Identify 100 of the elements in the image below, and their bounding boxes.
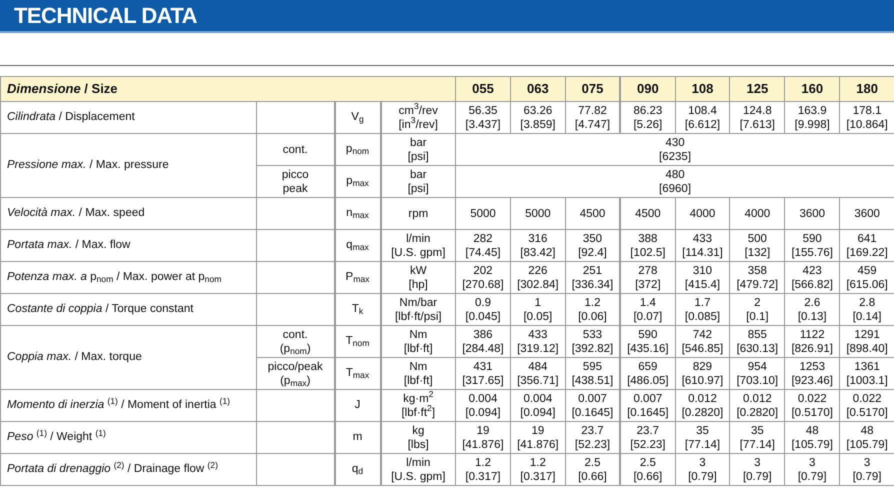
table-cell: 278 [372] (620, 262, 676, 294)
table-cell: 1.2 [0.317] (456, 454, 510, 486)
column-header: 108 (675, 76, 730, 102)
unit-cell: l/min [U.S. gpm] (380, 454, 456, 486)
table-cell: 124.8 [7.613] (730, 102, 785, 134)
table-cell: 2.5 [0.66] (620, 454, 676, 486)
table-cell: 4000 (730, 198, 785, 230)
table-cell: 0.9 [0.045] (456, 294, 510, 326)
table-cell: 2 [0.1] (730, 294, 785, 326)
table-cell: 1253 [923.46] (784, 358, 840, 390)
row-label: Costante di coppia / Torque constant (0, 294, 256, 326)
unit-cell: kg·m$^{2}$ [lbf·ft$^{2}$] (380, 390, 456, 422)
row-label: Coppia max. / Max. torque (0, 326, 256, 390)
table-cell: 4500 (620, 198, 676, 230)
row-label: Pressione max. / Max. pressure (0, 134, 256, 198)
table-cell: 3600 (784, 198, 840, 230)
table-cell: 386 [284.48] (456, 326, 510, 358)
table-cell: 1 [0.05] (510, 294, 566, 326)
row-label: Momento di inerzia $^{(1)}$ / Moment of inertia $^{(1)}$ (0, 390, 256, 422)
table-cell: 0.004 [0.094] (510, 390, 566, 422)
unit-cell: rpm (380, 198, 456, 230)
table-cell: 0.012 [0.2820] (675, 390, 730, 422)
table-cell: 484 [356.71] (510, 358, 566, 390)
unit-cell: bar [psi] (380, 166, 456, 198)
column-header: 055 (456, 76, 510, 102)
table-cell: 433 [319.12] (510, 326, 566, 358)
unit-cell: kW [hp] (380, 262, 456, 294)
table-cell: 3 [0.79] (675, 454, 730, 486)
table-cell: 63.26 [3.859] (510, 102, 566, 134)
symbol-cell: J (334, 390, 380, 422)
table-cell: 316 [83.42] (510, 230, 566, 262)
table-cell: 1122 [826.91] (784, 326, 840, 358)
symbol-cell: V$_{g}$ (334, 102, 380, 134)
unit-cell: kg [lbs] (380, 422, 456, 454)
table-cell: 829 [610.97] (675, 358, 730, 390)
table-cell: 1.4 [0.07] (620, 294, 676, 326)
symbol-cell: T$_{nom}$ (334, 326, 380, 358)
table-cell: 590 [435.16] (620, 326, 676, 358)
table-cell: 742 [546.85] (675, 326, 730, 358)
table-cell: 0.007 [0.1645] (620, 390, 676, 422)
table-cell: 4000 (675, 198, 730, 230)
table-cell: 358 [479.72] (730, 262, 785, 294)
unit-cell: bar [psi] (380, 134, 456, 166)
table-cell: 23.7 [52.23] (620, 422, 676, 454)
column-header: 180 (840, 76, 894, 102)
unit-cell: Nm [lbf·ft] (380, 358, 456, 390)
column-header: 075 (565, 76, 620, 102)
table-cell: 108.4 [6.612] (675, 102, 730, 134)
table-cell: 855 [630.13] (730, 326, 785, 358)
row-label: Potenza max. a p$_{nom}$ / Max. power at p$_{nom}$ (0, 262, 256, 294)
table-cell: 433 [114.31] (675, 230, 730, 262)
table-cell: 5000 (510, 198, 566, 230)
row-label: Portata di drenaggio $^{(2)}$ / Drainage flow $^{(2)}$ (0, 454, 256, 486)
table-cell: 388 [102.5] (620, 230, 676, 262)
table-cell: 2.6 [0.13] (784, 294, 840, 326)
table-cell: 86.23 [5.26] (620, 102, 676, 134)
table-cell: 423 [566.82] (784, 262, 840, 294)
row-label: Velocità max. / Max. speed (0, 198, 256, 230)
column-header: 090 (620, 76, 676, 102)
table-cell: 1.2 [0.317] (510, 454, 566, 486)
table-cell: 48 [105.79] (784, 422, 840, 454)
table-cell: 0.004 [0.094] (456, 390, 510, 422)
row-label: Peso $^{(1)}$ / Weight $^{(1)}$ (0, 422, 256, 454)
symbol-cell: q$_{d}$ (334, 454, 380, 486)
unit-cell: l/min [U.S. gpm] (380, 230, 456, 262)
unit-cell: cm$^{3}$/rev [in$^{3}$/rev] (380, 102, 456, 134)
table-cell: 310 [415.4] (675, 262, 730, 294)
row-label: Cilindrata / Displacement (0, 102, 256, 134)
symbol-cell: q$_{max}$ (334, 230, 380, 262)
table-cell: 1.7 [0.085] (675, 294, 730, 326)
symbol-cell: T$_{max}$ (334, 358, 380, 390)
table-cell: 19 [41.876] (510, 422, 566, 454)
table-cell: 0.012 [0.2820] (730, 390, 785, 422)
symbol-cell: p$_{max}$ (334, 166, 380, 198)
table-cell: 0.022 [0.5170] (784, 390, 840, 422)
table-cell: 19 [41.876] (456, 422, 510, 454)
column-header: 125 (730, 76, 785, 102)
table-cell: 56.35 [3.437] (456, 102, 510, 134)
page-title: TECHNICAL DATA (14, 2, 197, 30)
row-label: Portata max. / Max. flow (0, 230, 256, 262)
unit-cell: Nm/bar [lbf·ft/psi] (380, 294, 456, 326)
table-cell: 3 [0.79] (784, 454, 840, 486)
table-cell: 431 [317.65] (456, 358, 510, 390)
table-cell: 202 [270.68] (456, 262, 510, 294)
table-cell: 282 [74.45] (456, 230, 510, 262)
table-cell: 590 [155.76] (784, 230, 840, 262)
symbol-cell: m (334, 422, 380, 454)
table-cell: 659 [486.05] (620, 358, 676, 390)
unit-cell: Nm [lbf·ft] (380, 326, 456, 358)
symbol-cell: p$_{nom}$ (334, 134, 380, 166)
table-cell: 5000 (456, 198, 510, 230)
symbol-cell: n$_{max}$ (334, 198, 380, 230)
table-cell: 3 [0.79] (730, 454, 785, 486)
table-cell: 500 [132] (730, 230, 785, 262)
table-cell: 35 [77.14] (730, 422, 785, 454)
table-cell: 226 [302.84] (510, 262, 566, 294)
table-cell: 954 [703.10] (730, 358, 785, 390)
column-header: Dimensione / Size (0, 76, 456, 102)
symbol-cell: P$_{max}$ (334, 262, 380, 294)
table-cell: 163.9 [9.998] (784, 102, 840, 134)
